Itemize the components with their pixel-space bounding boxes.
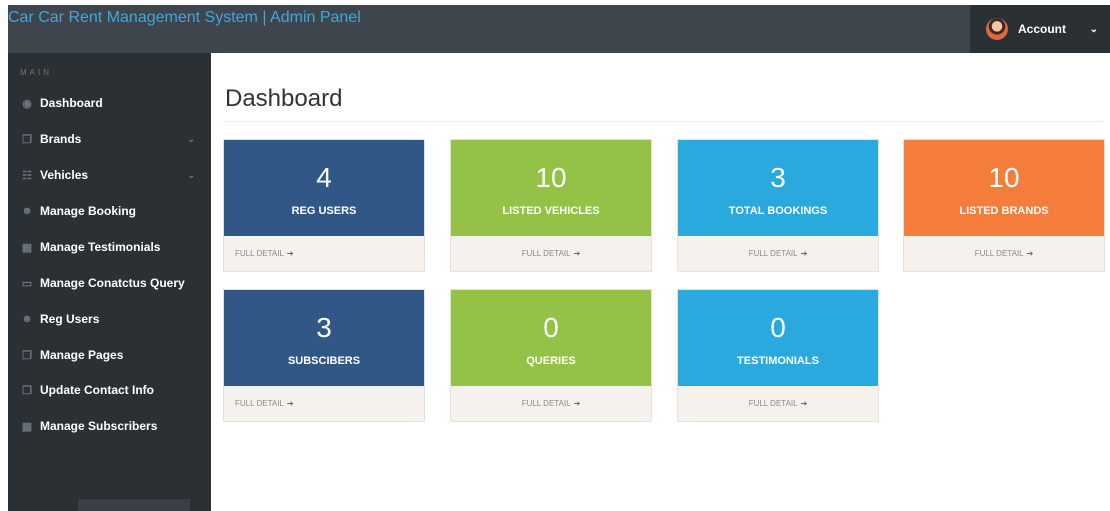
full-detail-link[interactable]: FULL DETAIL ➔ — [904, 236, 1104, 271]
sidebar-item-update-contact-info[interactable]: ❐ Update Contact Info — [8, 378, 211, 402]
stat-label: LISTED BRANDS — [959, 205, 1049, 217]
sidebar-item-label: Manage Subscribers — [40, 419, 158, 433]
stat-card-subscribers[interactable]: 3 SUBSCIBERS FULL DETAIL ➔ — [223, 289, 425, 422]
sidebar-item-label: Update Contact Info — [40, 383, 154, 397]
dashboard-icon: ◉ — [22, 97, 32, 110]
sidebar-item-label: Manage Pages — [40, 348, 124, 362]
card-body: 3 SUBSCIBERS — [224, 290, 424, 386]
full-detail-label: FULL DETAIL — [521, 249, 571, 258]
stat-card-testimonials[interactable]: 0 TESTIMONIALS FULL DETAIL ➔ — [677, 289, 879, 422]
card-body: 0 TESTIMONIALS — [678, 290, 878, 386]
top-navbar: Car Car Rent Management System | Admin P… — [8, 5, 1110, 53]
sidebar-heading: MAIN — [20, 68, 52, 77]
chevron-down-icon: ⌄ — [187, 169, 195, 180]
sidebar-item-label: Vehicles — [40, 168, 89, 182]
sidebar: MAIN ◉ Dashboard ❐ Brands ⌄ ☷ Vehicles ⌄… — [8, 53, 211, 511]
stat-card-reg-users[interactable]: 4 REG USERS FULL DETAIL ➔ — [223, 139, 425, 272]
stat-value: 10 — [535, 162, 567, 193]
sidebar-item-manage-pages[interactable]: ❐ Manage Pages — [8, 343, 211, 367]
card-body: 0 QUERIES — [451, 290, 651, 386]
files-icon: ❐ — [22, 133, 32, 146]
card-body: 10 LISTED VEHICLES — [451, 140, 651, 236]
app-title[interactable]: Car Car Rent Management System | Admin P… — [8, 9, 361, 27]
full-detail-label: FULL DETAIL — [748, 399, 798, 408]
chevron-down-icon: ⌄ — [187, 133, 195, 144]
avatar — [986, 18, 1008, 40]
sidebar-item-label: Manage Testimonials — [40, 240, 161, 254]
arrow-right-icon: ➔ — [573, 249, 581, 258]
stat-label: SUBSCIBERS — [287, 355, 361, 367]
full-detail-label: FULL DETAIL — [748, 249, 798, 258]
full-detail-label: FULL DETAIL — [521, 399, 571, 408]
sidebar-item-label: Manage Conatctus Query — [40, 276, 185, 290]
files-icon: ❐ — [22, 384, 32, 397]
sidebar-item-label: Brands — [40, 132, 82, 146]
stat-value: 3 — [316, 312, 332, 343]
account-menu[interactable]: Account ⌄ — [970, 5, 1110, 53]
sidebar-item-label: Dashboard — [40, 96, 103, 110]
full-detail-label: FULL DETAIL — [235, 399, 284, 408]
files-icon: ❐ — [22, 349, 32, 362]
sidebar-item-dashboard[interactable]: ◉ Dashboard — [8, 91, 211, 115]
arrow-right-icon: ➔ — [800, 249, 808, 258]
account-label: Account — [1018, 22, 1066, 36]
full-detail-link[interactable]: FULL DETAIL ➔ — [678, 236, 878, 271]
users-icon: ☻ — [21, 313, 33, 325]
chevron-down-icon: ⌄ — [1089, 23, 1098, 35]
sidebar-item-brands[interactable]: ❐ Brands ⌄ — [8, 127, 211, 151]
stat-value: 3 — [770, 162, 786, 193]
stat-value: 4 — [316, 162, 332, 193]
stat-label: TESTIMONIALS — [737, 355, 819, 367]
full-detail-link[interactable]: FULL DETAIL ➔ — [224, 236, 424, 271]
page-title: Dashboard — [225, 85, 343, 112]
table-icon: ▦ — [21, 241, 33, 254]
full-detail-link[interactable]: FULL DETAIL ➔ — [224, 386, 424, 421]
arrow-right-icon: ➔ — [286, 399, 294, 408]
full-detail-link[interactable]: FULL DETAIL ➔ — [678, 386, 878, 421]
stat-label: LISTED VEHICLES — [502, 205, 600, 217]
sidebar-item-vehicles[interactable]: ☷ Vehicles ⌄ — [8, 163, 211, 187]
table-icon: ▦ — [21, 420, 33, 433]
card-body: 10 LISTED BRANDS — [904, 140, 1104, 236]
arrow-right-icon: ➔ — [1026, 249, 1034, 258]
sidebar-item-reg-users[interactable]: ☻ Reg Users — [8, 307, 211, 331]
arrow-right-icon: ➔ — [573, 399, 581, 408]
card-body: 3 TOTAL BOOKINGS — [678, 140, 878, 236]
arrow-right-icon: ➔ — [286, 249, 294, 258]
sidebar-item-label: Reg Users — [40, 312, 100, 326]
sitemap-icon: ☷ — [22, 169, 32, 182]
main-content: Dashboard 4 REG USERS FULL DETAIL ➔ 10 L… — [211, 53, 1110, 511]
desktop-icon: ▭ — [21, 277, 33, 290]
divider — [223, 121, 1103, 122]
stat-label: REG USERS — [291, 205, 357, 217]
stat-card-listed-brands[interactable]: 10 LISTED BRANDS FULL DETAIL ➔ — [903, 139, 1105, 272]
stat-label: QUERIES — [526, 355, 576, 367]
sidebar-item-manage-contactus-query[interactable]: ▭ Manage Conatctus Query — [8, 271, 211, 295]
full-detail-label: FULL DETAIL — [235, 249, 284, 258]
users-icon: ☻ — [21, 205, 33, 217]
full-detail-link[interactable]: FULL DETAIL ➔ — [451, 236, 651, 271]
full-detail-link[interactable]: FULL DETAIL ➔ — [451, 386, 651, 421]
stat-value: 10 — [988, 162, 1020, 193]
card-body: 4 REG USERS — [224, 140, 424, 236]
sidebar-item-label: Manage Booking — [40, 204, 137, 218]
stat-card-queries[interactable]: 0 QUERIES FULL DETAIL ➔ — [450, 289, 652, 422]
sidebar-item-manage-subscribers[interactable]: ▦ Manage Subscribers — [8, 414, 211, 438]
sidebar-item-manage-testimonials[interactable]: ▦ Manage Testimonials — [8, 235, 211, 259]
arrow-right-icon: ➔ — [800, 399, 808, 408]
sidebar-bottom-button[interactable] — [78, 499, 190, 511]
stat-value: 0 — [543, 312, 559, 343]
stat-card-listed-vehicles[interactable]: 10 LISTED VEHICLES FULL DETAIL ➔ — [450, 139, 652, 272]
stat-card-total-bookings[interactable]: 3 TOTAL BOOKINGS FULL DETAIL ➔ — [677, 139, 879, 272]
stat-label: TOTAL BOOKINGS — [728, 205, 828, 217]
full-detail-label: FULL DETAIL — [974, 249, 1024, 258]
stat-value: 0 — [770, 312, 786, 343]
sidebar-item-manage-booking[interactable]: ☻ Manage Booking — [8, 199, 211, 223]
